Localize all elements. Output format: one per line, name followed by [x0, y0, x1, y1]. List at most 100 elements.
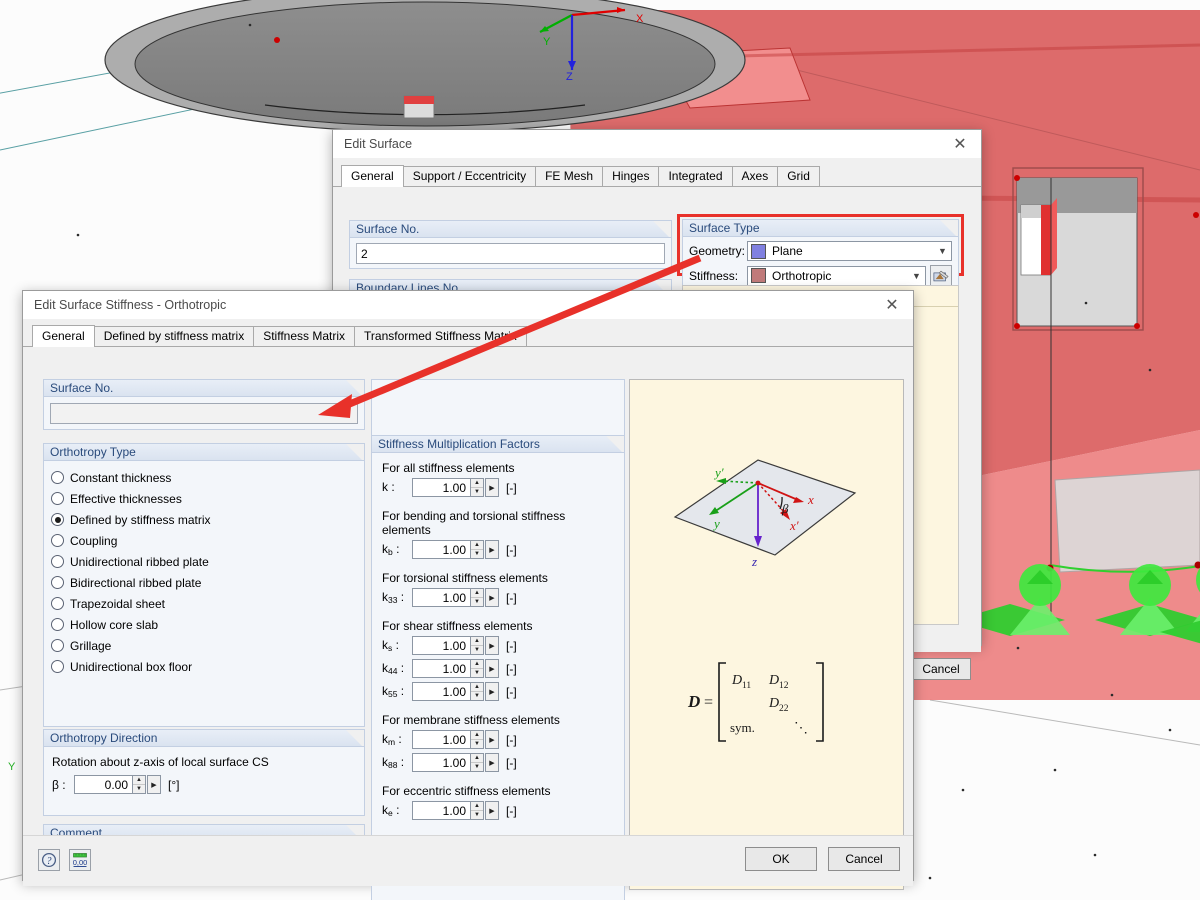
tab-stiffness-matrix[interactable]: Stiffness Matrix: [253, 326, 355, 346]
matrix-d22-sub: 22: [779, 704, 789, 714]
ks-expand-icon[interactable]: ▶: [485, 636, 499, 655]
km-expand-icon[interactable]: ▶: [485, 730, 499, 749]
stiffness-titlebar[interactable]: Edit Surface Stiffness - Orthotropic ✕: [23, 291, 913, 319]
units-decimal-icon[interactable]: 0,00: [69, 849, 91, 871]
radio-effective-thicknesses[interactable]: Effective thicknesses: [44, 488, 364, 509]
chevron-down-icon[interactable]: ▼: [934, 246, 951, 256]
k33-stepper[interactable]: 1.00 ▲▼ ▶: [412, 588, 499, 607]
radio-coupling[interactable]: Coupling: [44, 530, 364, 551]
k88-expand-icon[interactable]: ▶: [485, 753, 499, 772]
spinner-up-down-icon[interactable]: ▲▼: [470, 540, 484, 559]
stiffness-label: Stiffness:: [689, 269, 747, 283]
radio-unidirectional-ribbed-plate[interactable]: Unidirectional ribbed plate: [44, 551, 364, 572]
stiffness-combobox[interactable]: Orthotropic ▼: [747, 266, 926, 286]
k-expand-icon[interactable]: ▶: [485, 478, 499, 497]
kb-input[interactable]: 1.00: [412, 540, 470, 559]
factor-caption-torsional: For torsional stiffness elements: [382, 571, 614, 585]
tab-general[interactable]: General: [341, 165, 404, 187]
axis-y-prime-label: y′: [713, 465, 724, 480]
tab-integrated[interactable]: Integrated: [658, 166, 732, 186]
km-unit: [-]: [506, 733, 517, 747]
radio-hollow-core-slab[interactable]: Hollow core slab: [44, 614, 364, 635]
stiffness-tabstrip[interactable]: General Defined by stiffness matrix Stif…: [23, 325, 913, 347]
spinner-up-down-icon[interactable]: ▲▼: [470, 730, 484, 749]
ke-unit: [-]: [506, 804, 517, 818]
spinner-up-down-icon[interactable]: ▲▼: [470, 801, 484, 820]
rotation-description: Rotation about z-axis of local surface C…: [52, 755, 356, 769]
k55-stepper[interactable]: 1.00 ▲▼ ▶: [412, 682, 499, 701]
spinner-up-down-icon[interactable]: ▲▼: [470, 753, 484, 772]
k33-input[interactable]: 1.00: [412, 588, 470, 607]
ke-input[interactable]: 1.00: [412, 801, 470, 820]
beta-input[interactable]: 0.00: [74, 775, 132, 794]
edit-surface-stiffness-dialog[interactable]: Edit Surface Stiffness - Orthotropic ✕ G…: [22, 290, 914, 881]
k55-label: k55 :: [382, 684, 412, 699]
edit-surface-tabstrip[interactable]: General Support / Eccentricity FE Mesh H…: [333, 165, 981, 187]
matrix-symbol-D: D: [687, 692, 700, 711]
tab-general[interactable]: General: [32, 325, 95, 347]
radio-indicator: [51, 471, 64, 484]
spinner-up-down-icon[interactable]: ▲▼: [470, 478, 484, 497]
stiffness-surface-no-input[interactable]: [50, 403, 358, 424]
radio-unidirectional-box-floor[interactable]: Unidirectional box floor: [44, 656, 364, 677]
chevron-down-icon[interactable]: ▼: [908, 271, 925, 281]
k44-input[interactable]: 1.00: [412, 659, 470, 678]
spinner-up-down-icon[interactable]: ▲▼: [132, 775, 146, 794]
matrix-ellipsis: ⋱: [794, 721, 808, 736]
tab-grid[interactable]: Grid: [777, 166, 820, 186]
close-icon[interactable]: ✕: [871, 291, 913, 319]
k-stepper[interactable]: 1.00 ▲▼ ▶: [412, 478, 499, 497]
spinner-up-down-icon[interactable]: ▲▼: [470, 682, 484, 701]
cancel-button[interactable]: Cancel: [828, 847, 900, 871]
radio-indicator: [51, 618, 64, 631]
tab-fe-mesh[interactable]: FE Mesh: [535, 166, 603, 186]
edit-surface-cancel-button[interactable]: Cancel: [911, 658, 971, 680]
radio-grillage[interactable]: Grillage: [44, 635, 364, 656]
spinner-up-down-icon[interactable]: ▲▼: [470, 636, 484, 655]
kb-unit: [-]: [506, 543, 517, 557]
beta-expand-icon[interactable]: ▶: [147, 775, 161, 794]
tab-defined-by-stiffness-matrix[interactable]: Defined by stiffness matrix: [94, 326, 255, 346]
k88-label: k88 :: [382, 755, 412, 770]
beta-stepper[interactable]: 0.00 ▲▼ ▶: [74, 775, 161, 794]
k55-unit: [-]: [506, 685, 517, 699]
k88-stepper[interactable]: 1.00 ▲▼ ▶: [412, 753, 499, 772]
k44-stepper[interactable]: 1.00 ▲▼ ▶: [412, 659, 499, 678]
radio-constant-thickness[interactable]: Constant thickness: [44, 467, 364, 488]
ok-button[interactable]: OK: [745, 847, 817, 871]
ks-input[interactable]: 1.00: [412, 636, 470, 655]
km-input[interactable]: 1.00: [412, 730, 470, 749]
svg-text:?: ?: [47, 856, 52, 867]
kb-expand-icon[interactable]: ▶: [485, 540, 499, 559]
tab-axes[interactable]: Axes: [732, 166, 779, 186]
ke-stepper[interactable]: 1.00 ▲▼ ▶: [412, 801, 499, 820]
ks-stepper[interactable]: 1.00 ▲▼ ▶: [412, 636, 499, 655]
spinner-up-down-icon[interactable]: ▲▼: [470, 659, 484, 678]
radio-bidirectional-ribbed-plate[interactable]: Bidirectional ribbed plate: [44, 572, 364, 593]
surface-no-input[interactable]: 2: [356, 243, 665, 264]
help-question-icon[interactable]: ?: [38, 849, 60, 871]
tab-transformed-stiffness-matrix[interactable]: Transformed Stiffness Matrix: [354, 326, 527, 346]
radio-defined-by-stiffness-matrix[interactable]: Defined by stiffness matrix: [44, 509, 364, 530]
k33-expand-icon[interactable]: ▶: [485, 588, 499, 607]
axis-x-label: x: [807, 492, 814, 507]
km-stepper[interactable]: 1.00 ▲▼ ▶: [412, 730, 499, 749]
kb-stepper[interactable]: 1.00 ▲▼ ▶: [412, 540, 499, 559]
axis-x-prime-label: x′: [789, 518, 799, 533]
k55-expand-icon[interactable]: ▶: [485, 682, 499, 701]
ke-expand-icon[interactable]: ▶: [485, 801, 499, 820]
edit-stiffness-icon[interactable]: [930, 265, 952, 286]
k55-input[interactable]: 1.00: [412, 682, 470, 701]
edit-surface-titlebar[interactable]: Edit Surface ✕: [333, 130, 981, 158]
tab-hinges[interactable]: Hinges: [602, 166, 659, 186]
factor-caption-all: For all stiffness elements: [382, 461, 614, 475]
k88-input[interactable]: 1.00: [412, 753, 470, 772]
geometry-combobox[interactable]: Plane ▼: [747, 241, 952, 261]
radio-trapezoidal-sheet[interactable]: Trapezoidal sheet: [44, 593, 364, 614]
k-input[interactable]: 1.00: [412, 478, 470, 497]
spinner-up-down-icon[interactable]: ▲▼: [470, 588, 484, 607]
close-icon[interactable]: ✕: [939, 130, 981, 158]
k44-expand-icon[interactable]: ▶: [485, 659, 499, 678]
tab-support-eccentricity[interactable]: Support / Eccentricity: [403, 166, 536, 186]
svg-text:0,00: 0,00: [73, 858, 88, 867]
